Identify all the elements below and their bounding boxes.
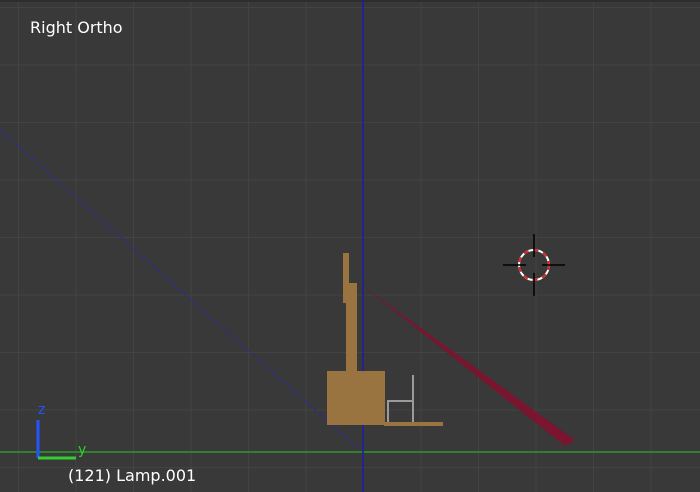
active-object-label: (121) Lamp.001 (68, 466, 197, 485)
view-name-label: Right Ortho (30, 18, 123, 37)
3d-cursor-icon[interactable] (503, 234, 565, 296)
dashed-guide-line (0, 129, 361, 451)
viewport-scene[interactable] (0, 0, 700, 492)
lamp-base (327, 371, 385, 425)
gizmo-z-label: z (38, 402, 46, 418)
lamp-foot (384, 422, 443, 426)
gizmo-y-label: y (78, 442, 87, 458)
lamp-object[interactable] (327, 253, 443, 426)
wire-object[interactable] (387, 375, 414, 422)
lamp-arm (346, 283, 357, 373)
3d-viewport[interactable]: Right Ortho z y (121) Lamp.001 (0, 0, 700, 492)
